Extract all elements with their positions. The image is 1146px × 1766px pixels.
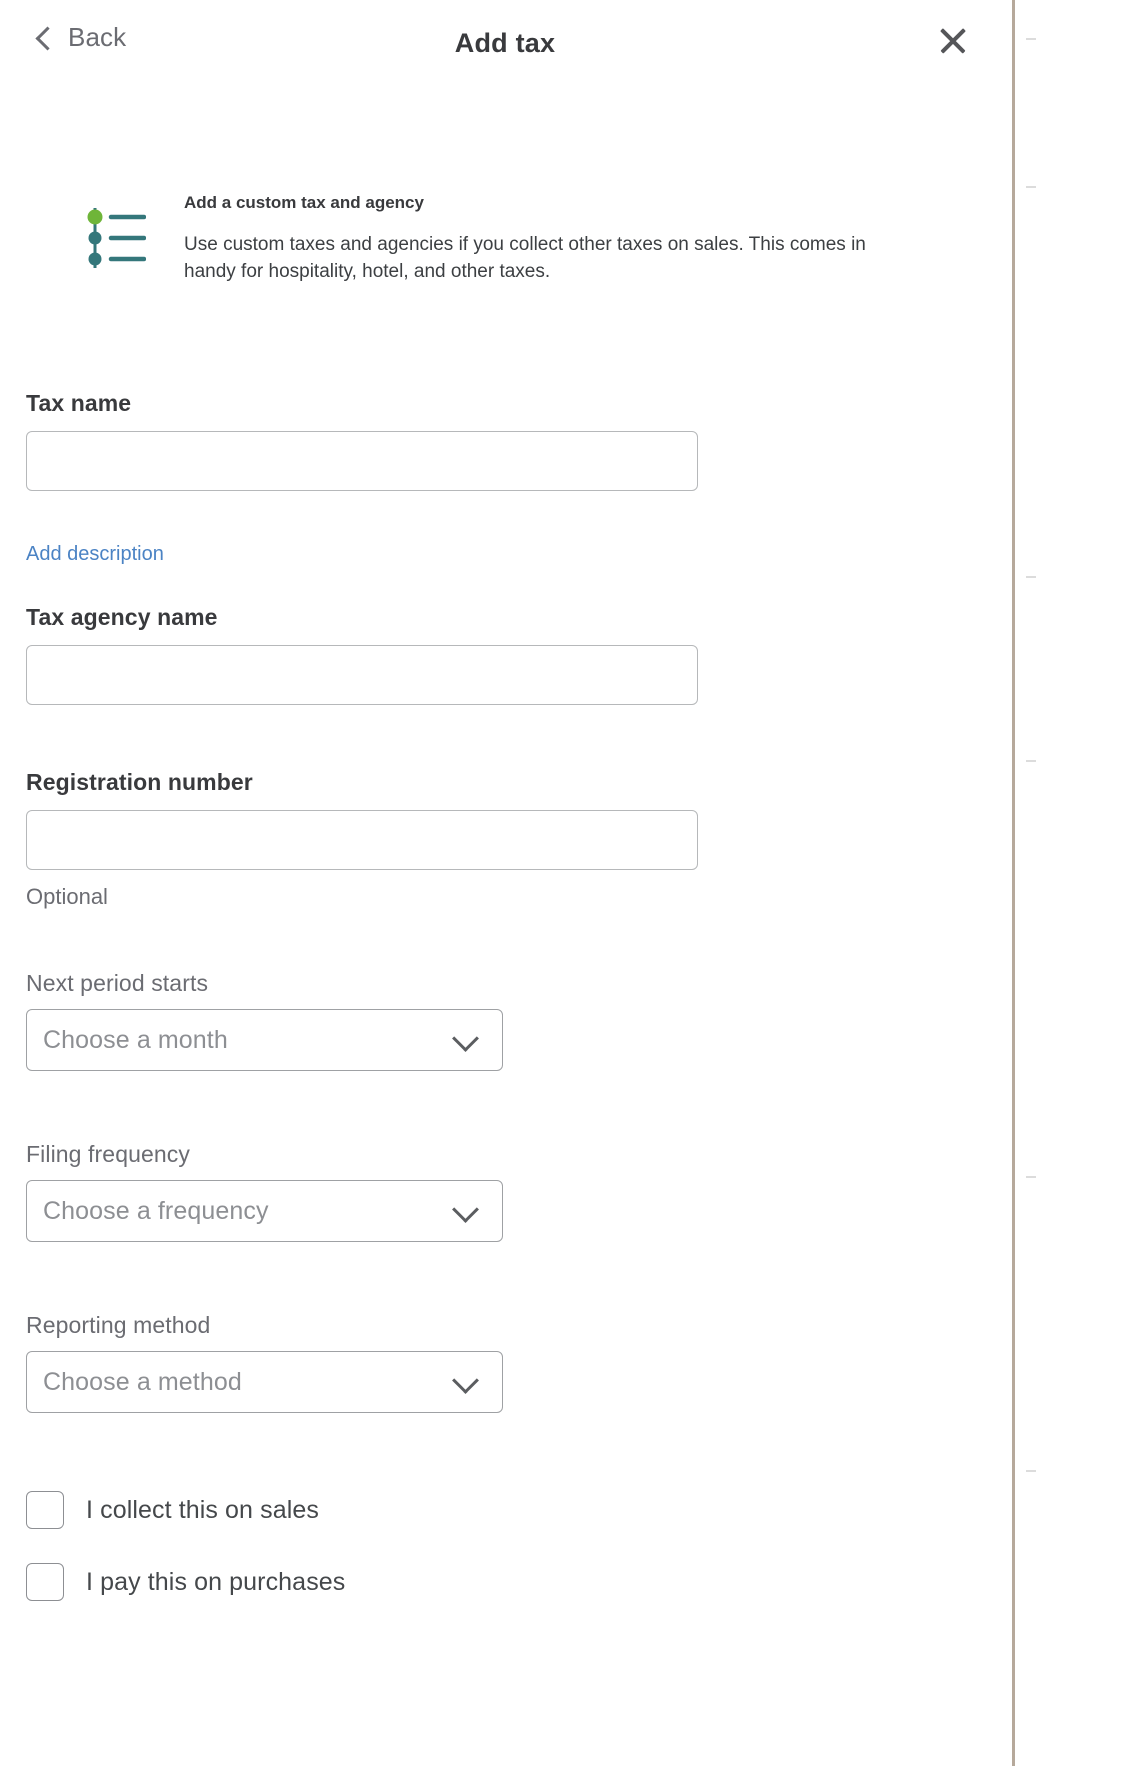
registration-number-helper: Optional	[26, 884, 108, 909]
checkbox-pay-on-purchases-label: I pay this on purchases	[86, 1567, 346, 1596]
checkbox-box[interactable]	[26, 1491, 64, 1529]
intro-body: Use custom taxes and agencies if you col…	[184, 234, 866, 283]
checkbox-collect-on-sales[interactable]: I collect this on sales	[26, 1491, 984, 1529]
field-registration-number: Registration number Optional	[26, 769, 984, 910]
add-description-link[interactable]: Add description	[26, 543, 164, 566]
page-title: Add tax	[454, 28, 556, 58]
background-ghost-line	[1026, 1470, 1036, 1472]
filing-frequency-select[interactable]: Choose a frequency	[26, 1180, 503, 1242]
background-ghost-line	[1026, 1176, 1036, 1178]
checkbox-group: I collect this on sales I pay this on pu…	[26, 1491, 984, 1601]
background-ghost-line	[1026, 760, 1036, 762]
next-period-starts-label: Next period starts	[26, 970, 209, 996]
field-filing-frequency: Filing frequency Choose a frequency	[26, 1141, 984, 1242]
next-period-starts-value: Choose a month	[43, 1025, 228, 1054]
background-ghost-line	[1026, 576, 1036, 578]
field-reporting-method: Reporting method Choose a method	[26, 1312, 984, 1413]
next-period-starts-select[interactable]: Choose a month	[26, 1009, 503, 1071]
field-next-period-starts: Next period starts Choose a month	[26, 970, 984, 1071]
add-tax-form: Tax name Add description Tax agency name…	[0, 390, 1010, 1601]
registration-number-label: Registration number	[26, 769, 253, 795]
intro-section: Add a custom tax and agency Use custom t…	[0, 192, 1010, 286]
intro-heading: Add a custom tax and agency	[184, 193, 424, 212]
field-tax-name: Tax name	[26, 390, 984, 491]
reporting-method-label: Reporting method	[26, 1312, 211, 1338]
add-tax-panel: Back Add tax Add a custom tax and agency…	[0, 0, 1010, 1766]
background-page-strip	[1010, 0, 1146, 1766]
background-ghost-line	[1026, 186, 1036, 188]
tax-name-input[interactable]	[26, 431, 698, 491]
checkbox-collect-on-sales-label: I collect this on sales	[86, 1495, 319, 1524]
tax-agency-name-input[interactable]	[26, 645, 698, 705]
list-settings-icon	[80, 192, 184, 275]
checkbox-box[interactable]	[26, 1563, 64, 1601]
reporting-method-value: Choose a method	[43, 1367, 242, 1396]
intro-text: Add a custom tax and agency Use custom t…	[184, 192, 874, 286]
add-description-row: Add description	[26, 543, 984, 566]
tax-name-label: Tax name	[26, 390, 132, 416]
filing-frequency-label: Filing frequency	[26, 1141, 190, 1167]
field-tax-agency-name: Tax agency name	[26, 604, 984, 705]
checkbox-pay-on-purchases[interactable]: I pay this on purchases	[26, 1563, 984, 1601]
background-ghost-line	[1026, 38, 1036, 40]
reporting-method-select[interactable]: Choose a method	[26, 1351, 503, 1413]
tax-agency-name-label: Tax agency name	[26, 604, 218, 630]
panel-edge-divider	[1012, 0, 1015, 1766]
filing-frequency-value: Choose a frequency	[43, 1196, 269, 1225]
close-icon[interactable]	[934, 22, 972, 60]
panel-header: Back Add tax	[0, 0, 1010, 88]
registration-number-input[interactable]	[26, 810, 698, 870]
